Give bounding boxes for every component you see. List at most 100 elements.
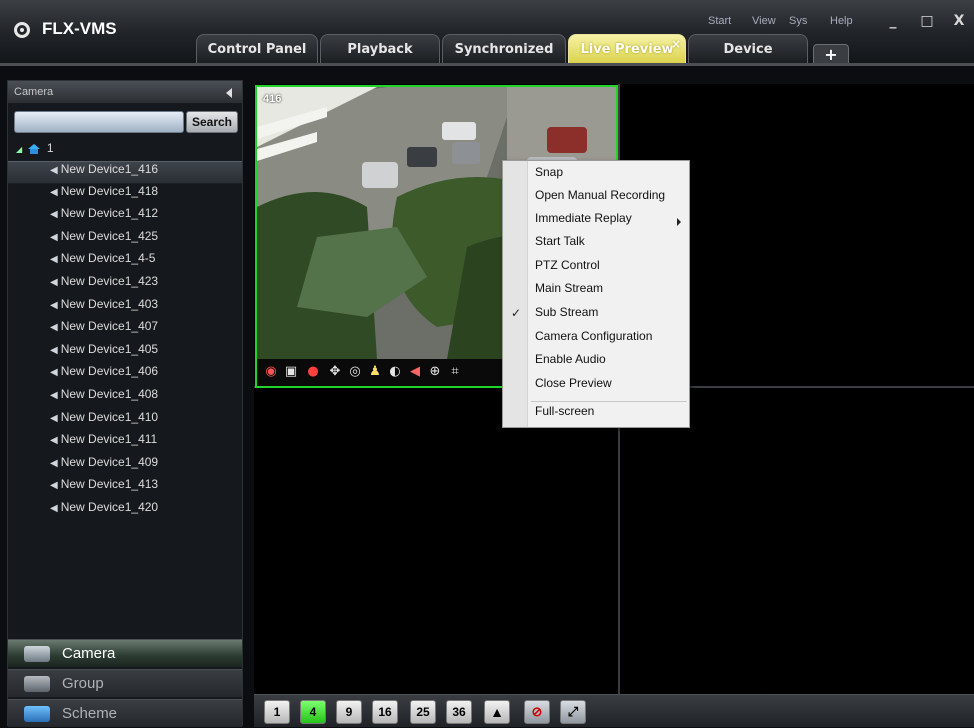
menu-sys[interactable]: Sys — [789, 15, 807, 27]
close-all-previews-icon[interactable]: ⊘ — [524, 700, 550, 724]
menu-item-open-manual-recording[interactable]: Open Manual Recording — [535, 188, 665, 210]
tree-item-device[interactable]: ◀ New Device1_4-5 — [8, 251, 242, 274]
nav-camera[interactable]: Camera — [8, 639, 242, 667]
device-label: New Device1_420 — [60, 499, 159, 514]
tab-synchronized[interactable]: Synchronized — [442, 34, 566, 64]
menu-item-full-screen[interactable]: Full-screen — [535, 404, 594, 426]
tree-item-device[interactable]: ◀ New Device1_411 — [8, 432, 242, 455]
layout-16-button[interactable]: 16 — [372, 700, 398, 724]
camera-icon: ◀ — [50, 186, 58, 198]
camera-search-input[interactable] — [14, 111, 184, 133]
fullscreen-icon[interactable]: ⌗ — [447, 364, 463, 380]
camera-icon: ◀ — [50, 367, 58, 379]
camera-nav-icon — [24, 646, 50, 662]
layout-4-button[interactable]: 4 — [300, 700, 326, 724]
tree-item-device[interactable]: ◀ New Device1_407 — [8, 319, 242, 342]
tree-item-device[interactable]: ◀ New Device1_413 — [8, 477, 242, 500]
device-label: New Device1_425 — [60, 228, 159, 243]
camera-icon: ◀ — [50, 254, 58, 266]
tree-item-device[interactable]: ◀ New Device1_406 — [8, 364, 242, 387]
device-label: New Device1_418 — [60, 183, 159, 198]
device-label: New Device1_405 — [60, 341, 159, 356]
nav-scheme[interactable]: Scheme — [8, 699, 242, 727]
layout-9-button[interactable]: 9 — [336, 700, 362, 724]
tree-item-device[interactable]: ◀ New Device1_412 — [8, 206, 242, 229]
layout-toolbar: 1 4 9 16 25 36 ▲ ⊘ ⤢ — [254, 694, 974, 727]
video-channel-label: 416 — [263, 93, 282, 105]
tree-item-device[interactable]: ◀ New Device1_405 — [8, 342, 242, 365]
fullscreen-toggle-icon[interactable]: ⤢ — [560, 700, 586, 724]
submenu-arrow-icon — [677, 218, 681, 226]
microphone-icon[interactable]: ♟ — [367, 364, 383, 380]
menu-item-enable-audio[interactable]: Enable Audio — [535, 352, 606, 374]
camera-capture-icon[interactable]: ▣ — [283, 364, 299, 380]
layout-25-button[interactable]: 25 — [410, 700, 436, 724]
device-label: New Device1_406 — [60, 364, 159, 379]
menu-separator — [531, 401, 687, 402]
camera-icon: ◀ — [50, 389, 58, 401]
group-nav-icon — [24, 676, 50, 692]
tree-root-label: 1 — [46, 141, 54, 155]
menu-item-sub-stream[interactable]: Sub Stream — [535, 305, 598, 327]
zoom-icon[interactable]: ⊕ — [427, 364, 443, 380]
collapse-panel-icon[interactable] — [226, 88, 232, 98]
menu-item-camera-configuration[interactable]: Camera Configuration — [535, 329, 652, 351]
device-label: New Device1_413 — [60, 477, 159, 492]
maximize-button[interactable]: □ — [912, 8, 942, 34]
search-button[interactable]: Search — [186, 111, 238, 133]
nav-group[interactable]: Group — [8, 669, 242, 697]
menu-item-ptz-control[interactable]: PTZ Control — [535, 258, 600, 280]
title-bar: FLX-VMS Start View Sys Help _ □ X Contro… — [0, 0, 974, 66]
camera-panel: Camera Search ◢ 1 ◀ New Device1_416 ◀ New … — [7, 80, 243, 727]
audio-mute-icon[interactable]: ◀ — [407, 364, 423, 380]
scheme-nav-icon — [24, 706, 50, 722]
tree-item-device[interactable]: ◀ New Device1_408 — [8, 387, 242, 410]
tab-close-icon[interactable]: × — [671, 29, 681, 59]
camera-icon: ◀ — [50, 502, 58, 514]
menu-item-start-talk[interactable]: Start Talk — [535, 234, 585, 256]
tree-item-device[interactable]: ◀ New Device1_425 — [8, 229, 242, 252]
tree-item-device[interactable]: ◀ New Device1_420 — [8, 500, 242, 523]
tab-playback[interactable]: Playback — [320, 34, 440, 64]
camera-icon: ◀ — [50, 299, 58, 311]
menu-help[interactable]: Help — [830, 15, 853, 27]
tree-root-node[interactable]: ◢ 1 — [16, 141, 54, 155]
tab-device[interactable]: Device — [688, 34, 808, 64]
layout-1-button[interactable]: 1 — [264, 700, 290, 724]
tree-item-device[interactable]: ◀ New Device1_409 — [8, 455, 242, 478]
stream-switch-icon[interactable]: ◐ — [387, 364, 403, 380]
checkmark-icon: ✓ — [511, 306, 522, 320]
tree-item-device[interactable]: ◀ New Device1_410 — [8, 410, 242, 433]
device-label: New Device1_412 — [60, 206, 159, 221]
menu-start[interactable]: Start — [708, 15, 731, 27]
layout-36-button[interactable]: 36 — [446, 700, 472, 724]
layout-custom-icon[interactable]: ▲ — [484, 700, 510, 724]
menu-item-close-preview[interactable]: Close Preview — [535, 376, 612, 398]
camera-icon: ◀ — [50, 209, 58, 221]
tree-item-device[interactable]: ◀ New Device1_418 — [8, 184, 242, 207]
device-label: New Device1_411 — [60, 432, 158, 447]
tree-item-device[interactable]: ◀ New Device1_423 — [8, 274, 242, 297]
menu-item-immediate-replay[interactable]: Immediate Replay — [535, 211, 632, 233]
camera-icon: ◀ — [50, 276, 58, 288]
snapshot-icon[interactable]: ◉ — [263, 364, 279, 380]
device-label: New Device1_408 — [60, 386, 159, 401]
app-logo-icon — [14, 22, 30, 38]
ptz-icon[interactable]: ✥ — [327, 364, 343, 380]
tree-item-device[interactable]: ◀ New Device1_416 — [8, 161, 242, 184]
menu-item-main-stream[interactable]: Main Stream — [535, 281, 603, 303]
expand-arrow-icon[interactable]: ◢ — [16, 145, 22, 154]
tab-control-panel[interactable]: Control Panel — [196, 34, 318, 64]
home-icon — [27, 143, 40, 154]
tab-live-preview-label: Live Preview — [580, 42, 674, 57]
minimize-button[interactable]: _ — [878, 8, 908, 34]
menu-item-snap[interactable]: Snap — [535, 165, 563, 187]
3d-zoom-icon[interactable]: ◎ — [347, 364, 363, 380]
tree-item-device[interactable]: ◀ New Device1_403 — [8, 297, 242, 320]
camera-icon: ◀ — [50, 344, 58, 356]
menu-view[interactable]: View — [752, 15, 776, 27]
tab-live-preview[interactable]: Live Preview × — [568, 34, 686, 64]
record-icon[interactable]: ● — [305, 364, 321, 380]
close-window-button[interactable]: X — [944, 8, 974, 34]
add-tab-button[interactable]: + — [813, 44, 849, 66]
